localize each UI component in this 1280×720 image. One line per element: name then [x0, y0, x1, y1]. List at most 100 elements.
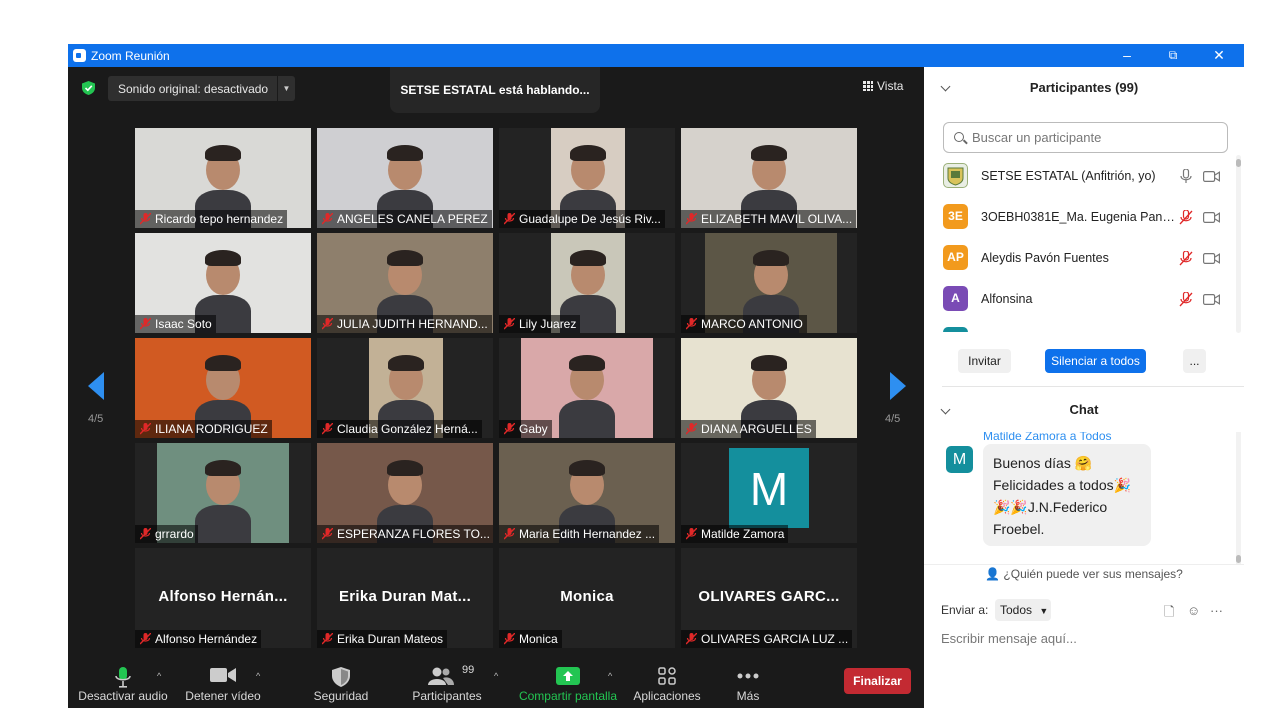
previous-page-arrow[interactable] — [88, 372, 104, 400]
video-camera-icon[interactable] — [1203, 212, 1220, 223]
chevron-down-icon[interactable]: ▼ — [277, 76, 295, 101]
collapse-participants-chevron-icon[interactable] — [940, 81, 951, 92]
participants-scrollbar[interactable] — [1236, 155, 1241, 333]
participant-video-tile[interactable]: Guadalupe De Jesús Riv... — [499, 128, 675, 228]
participant-video-tile[interactable]: Erika Duran Mat... Erika Duran Mateos — [317, 548, 493, 648]
avatar-initial-tile: M — [729, 448, 809, 528]
participant-video-tile[interactable]: ANGELES CANELA PEREZ — [317, 128, 493, 228]
video-camera-icon[interactable] — [1203, 171, 1220, 182]
microphone-icon[interactable] — [1179, 169, 1193, 184]
participant-name: ILIANA RODRIGUEZ — [155, 422, 268, 436]
scrollbar-thumb[interactable] — [1236, 159, 1241, 167]
send-to-dropdown[interactable]: Todos ▼ — [995, 599, 1051, 621]
minimize-button[interactable]: – — [1104, 44, 1150, 67]
send-to-label: Enviar a: — [941, 603, 989, 617]
muted-microphone-icon — [140, 213, 151, 225]
close-button[interactable]: ✕ — [1196, 44, 1242, 67]
more-button[interactable]: Más — [718, 653, 778, 708]
muted-microphone-icon — [322, 528, 333, 540]
video-camera-icon[interactable] — [1203, 253, 1220, 264]
participant-video-tile[interactable]: Lily Juarez — [499, 233, 675, 333]
scrollbar-thumb[interactable] — [1236, 555, 1241, 563]
participant-video-tile[interactable]: ELIZABETH MAVIL OLIVA... — [681, 128, 857, 228]
participant-video-tile[interactable]: DIANA ARGUELLES — [681, 338, 857, 438]
invite-button[interactable]: Invitar — [958, 349, 1011, 373]
participant-name: ANGELES CANELA PEREZ — [337, 212, 488, 226]
participant-list-name: 3OEBH0381E_Ma. Eugenia Pane... — [981, 210, 1179, 224]
participant-video-tile[interactable]: OLIVARES GARC... OLIVARES GARCIA LUZ ... — [681, 548, 857, 648]
chat-more-icon[interactable]: ··· — [1210, 603, 1223, 618]
muted-microphone-icon[interactable] — [1179, 210, 1193, 225]
muted-microphone-icon — [686, 528, 697, 540]
participant-list-name: SETSE ESTATAL (Anfitrión, yo) — [981, 169, 1156, 183]
participant-video-tile[interactable]: Alfonso Hernán... Alfonso Hernández — [135, 548, 311, 648]
participant-search-input[interactable]: Buscar un participante — [943, 122, 1228, 153]
share-screen-button[interactable]: Compartir pantalla — [514, 653, 622, 708]
participant-name: Monica — [519, 632, 558, 646]
participants-count: 99 — [462, 664, 475, 676]
participant-name-label: Ricardo tepo hernandez — [135, 210, 288, 228]
audio-options-caret[interactable]: ^ — [157, 671, 161, 681]
restore-button[interactable]: ⧉ — [1150, 44, 1196, 67]
view-button[interactable]: Vista — [863, 79, 918, 97]
participant-video-tile[interactable]: Ricardo tepo hernandez — [135, 128, 311, 228]
participant-list-name: Aleydis Pavón Fuentes — [981, 251, 1109, 265]
participants-button[interactable]: 99 Participantes — [402, 653, 492, 708]
participant-video-tile[interactable]: Maria Edith Hernandez ... — [499, 443, 675, 543]
title-bar: Zoom Reunión – ⧉ ✕ — [68, 44, 1244, 67]
participant-name-label: OLIVARES GARCIA LUZ ... — [681, 630, 853, 648]
participants-options-caret[interactable]: ^ — [494, 671, 498, 681]
apps-label: Aplicaciones — [633, 689, 701, 703]
participant-video-tile[interactable]: MARCO ANTONIO — [681, 233, 857, 333]
participant-video-tile[interactable]: JULIA JUDITH HERNAND... — [317, 233, 493, 333]
participant-video-tile[interactable]: Claudia González Herná... — [317, 338, 493, 438]
participant-row[interactable]: AP Aleydis Pavón Fuentes — [924, 239, 1244, 280]
emoji-icon[interactable]: ☺ — [1187, 603, 1200, 618]
participants-more-button[interactable]: ... — [1183, 349, 1206, 373]
participant-video-tile[interactable]: ILIANA RODRIGUEZ — [135, 338, 311, 438]
participants-label: Participantes — [412, 689, 482, 703]
participant-video-tile[interactable]: ESPERANZA FLORES TO... — [317, 443, 493, 543]
video-camera-icon — [210, 668, 236, 682]
chat-scrollbar[interactable] — [1236, 432, 1241, 565]
security-button[interactable]: Seguridad — [304, 653, 378, 708]
encryption-shield-icon[interactable] — [82, 81, 95, 95]
muted-microphone-icon[interactable] — [1179, 292, 1193, 307]
participant-row[interactable]: 3E 3OEBH0381E_Ma. Eugenia Pane... — [924, 198, 1244, 239]
participant-name: Isaac Soto — [155, 317, 212, 331]
stop-video-button[interactable]: Detener vídeo — [178, 653, 268, 708]
participant-name: MARCO ANTONIO — [701, 317, 803, 331]
collapse-chat-chevron-icon[interactable] — [940, 404, 951, 415]
participant-display-name: OLIVARES GARC... — [698, 588, 840, 605]
participants-title: Participantes (99) — [1029, 80, 1139, 95]
mute-all-button[interactable]: Silenciar a todos — [1045, 349, 1146, 373]
participant-video-tile[interactable]: Gaby — [499, 338, 675, 438]
chat-message-input[interactable]: Escribir mensaje aquí... — [941, 631, 1077, 646]
original-sound-toggle[interactable]: Sonido original: desactivado ▼ — [108, 76, 295, 101]
video-options-caret[interactable]: ^ — [256, 671, 260, 681]
muted-microphone-icon — [504, 423, 515, 435]
muted-microphone-icon[interactable] — [1179, 251, 1193, 266]
participant-name: Lily Juarez — [519, 317, 577, 331]
chat-sender-avatar: M — [946, 446, 973, 473]
apps-button[interactable]: Aplicaciones — [630, 653, 704, 708]
participant-video-tile[interactable]: M Matilde Zamora — [681, 443, 857, 543]
video-camera-icon[interactable] — [1203, 294, 1220, 305]
participant-name: Erika Duran Mateos — [337, 632, 444, 646]
muted-microphone-icon — [686, 423, 697, 435]
participant-video-tile[interactable]: Monica Monica — [499, 548, 675, 648]
next-page-arrow[interactable] — [890, 372, 906, 400]
who-can-see-messages-link[interactable]: 👤 ¿Quién puede ver sus mensajes? — [924, 567, 1244, 589]
mute-audio-button[interactable]: Desactivar audio — [76, 653, 170, 708]
participant-row-partial[interactable] — [943, 327, 968, 332]
participant-video-tile[interactable]: grrardo — [135, 443, 311, 543]
end-meeting-button[interactable]: Finalizar — [844, 668, 911, 694]
participant-row[interactable]: SETSE ESTATAL (Anfitrión, yo) — [924, 157, 1244, 198]
muted-microphone-icon — [322, 423, 333, 435]
participant-row[interactable]: A Alfonsina — [924, 280, 1244, 321]
participant-name-label: Erika Duran Mateos — [317, 630, 448, 648]
share-options-caret[interactable]: ^ — [608, 671, 612, 681]
file-icon[interactable]: 🗋 — [1164, 603, 1174, 625]
muted-microphone-icon — [504, 318, 515, 330]
participant-video-tile[interactable]: Isaac Soto — [135, 233, 311, 333]
